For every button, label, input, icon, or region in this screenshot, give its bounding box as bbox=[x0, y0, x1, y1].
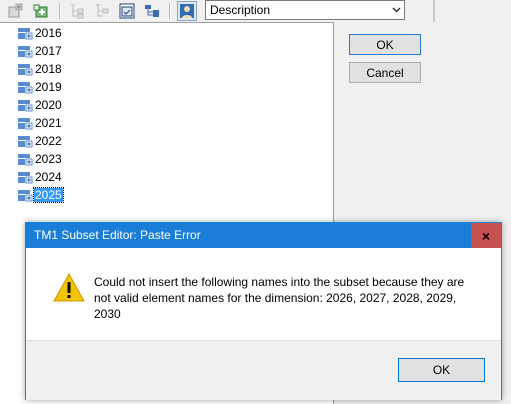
list-item-label: 2023 bbox=[35, 152, 62, 166]
expand-icon[interactable] bbox=[67, 1, 87, 21]
list-item[interactable]: 2021 bbox=[17, 114, 63, 132]
alias-icon[interactable] bbox=[177, 1, 197, 21]
list-item[interactable]: 2024 bbox=[17, 168, 63, 186]
list-item-label: 2024 bbox=[35, 170, 62, 184]
list-item[interactable]: 2022 bbox=[17, 132, 63, 150]
dialog-ok-label: OK bbox=[432, 363, 451, 377]
list-item-label: 2018 bbox=[35, 62, 62, 76]
list-item-label: 2017 bbox=[35, 44, 62, 58]
chevron-down-icon[interactable] bbox=[388, 1, 404, 19]
list-item-label: 2019 bbox=[35, 80, 62, 94]
list-item-label: 2021 bbox=[35, 116, 62, 130]
dialog-body: Could not insert the following names int… bbox=[26, 248, 501, 340]
display-alias-value: Description bbox=[210, 3, 271, 17]
list-item[interactable]: 2020 bbox=[17, 96, 63, 114]
list-item-selected[interactable]: 2025 bbox=[17, 186, 64, 205]
dialog-titlebar[interactable]: TM1 Subset Editor: Paste Error × bbox=[26, 223, 501, 248]
list-item[interactable]: 2023 bbox=[17, 150, 63, 168]
toolbar-separator bbox=[169, 3, 171, 19]
ok-button-label: OK bbox=[376, 37, 394, 52]
list-item-label: 2020 bbox=[35, 98, 62, 112]
hierarchy-icon[interactable] bbox=[142, 1, 162, 21]
toolbar-divider bbox=[433, 0, 435, 22]
list-item[interactable]: 2017 bbox=[17, 42, 63, 60]
collapse-icon[interactable] bbox=[92, 1, 112, 21]
toolbar: Description bbox=[0, 0, 436, 22]
list-item[interactable]: 2019 bbox=[17, 78, 63, 96]
error-message-line: Could not insert the following names int… bbox=[94, 275, 465, 289]
element-node-icon bbox=[17, 132, 33, 151]
ok-button[interactable]: OK bbox=[349, 34, 421, 55]
dialog-ok-button[interactable]: OK bbox=[398, 358, 485, 382]
element-node-icon bbox=[17, 78, 33, 97]
close-button[interactable]: × bbox=[471, 223, 501, 248]
paste-error-dialog: TM1 Subset Editor: Paste Error × Could n… bbox=[25, 222, 502, 400]
insert-element-icon[interactable] bbox=[32, 1, 52, 21]
add-element-icon[interactable] bbox=[6, 1, 26, 21]
list-item-label: 2016 bbox=[35, 26, 62, 40]
dialog-title: TM1 Subset Editor: Paste Error bbox=[34, 228, 201, 242]
cancel-button-label: Cancel bbox=[366, 65, 404, 80]
element-node-icon bbox=[17, 60, 33, 79]
cancel-button[interactable]: Cancel bbox=[349, 62, 421, 83]
dialog-footer: OK bbox=[26, 340, 501, 400]
toolbar-separator bbox=[59, 3, 61, 19]
list-item[interactable]: 2016 bbox=[17, 24, 63, 42]
error-message-line: not valid element names for the dimensio… bbox=[94, 291, 457, 305]
element-node-icon bbox=[17, 96, 33, 115]
warning-icon bbox=[53, 272, 85, 305]
error-message-line: 2030 bbox=[94, 307, 121, 321]
list-item[interactable]: 2018 bbox=[17, 60, 63, 78]
element-node-icon bbox=[17, 24, 33, 43]
subset-all-icon[interactable] bbox=[117, 1, 137, 21]
element-node-icon bbox=[17, 42, 33, 61]
element-node-icon bbox=[17, 186, 33, 205]
element-node-icon bbox=[17, 150, 33, 169]
list-item-label: 2022 bbox=[35, 134, 62, 148]
element-node-icon bbox=[17, 114, 33, 133]
close-icon: × bbox=[481, 227, 491, 244]
error-message: Could not insert the following names int… bbox=[94, 274, 484, 322]
list-item-label: 2025 bbox=[33, 187, 64, 203]
display-alias-select[interactable]: Description bbox=[205, 0, 405, 20]
element-node-icon bbox=[17, 168, 33, 187]
